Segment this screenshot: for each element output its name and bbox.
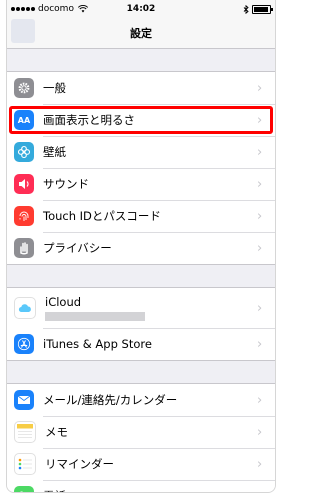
display-brightness-icon: AA	[14, 110, 34, 130]
chevron-right-icon: ›	[257, 424, 263, 440]
settings-row-touch-id[interactable]: Touch IDとパスコード ›	[7, 200, 275, 232]
chevron-right-icon: ›	[257, 208, 263, 224]
chevron-right-icon: ›	[257, 456, 263, 472]
chevron-right-icon: ›	[257, 80, 263, 96]
settings-row-display-brightness[interactable]: AA 画面表示と明るさ ›	[7, 104, 275, 136]
settings-row-label: サウンド	[43, 177, 89, 191]
settings-row-label: メール/連絡先/カレンダー	[43, 393, 178, 407]
page-title: 設定	[130, 27, 152, 40]
chevron-right-icon: ›	[257, 489, 269, 493]
chevron-right-icon: ›	[257, 112, 263, 128]
settings-row-privacy[interactable]: プライバシー ›	[7, 232, 275, 264]
mail-icon	[14, 390, 34, 410]
chevron-right-icon: ›	[257, 240, 263, 256]
app-store-icon	[14, 334, 34, 354]
settings-row-sounds[interactable]: サウンド ›	[7, 168, 275, 200]
back-area[interactable]	[11, 19, 35, 43]
settings-row-mail[interactable]: メール/連絡先/カレンダー ›	[7, 384, 275, 416]
settings-row-label: iCloud	[45, 295, 82, 309]
reminders-icon	[14, 453, 36, 475]
status-bar: docomo 14:02	[7, 0, 275, 18]
redacted-account	[45, 312, 145, 321]
phone-screen: docomo 14:02 設定 一般 › AA 画面表示と明るさ › 壁紙 › …	[6, 0, 276, 493]
settings-row-label: iTunes & App Store	[43, 337, 152, 351]
settings-row-label: 電話	[43, 488, 257, 492]
settings-group-apps: メール/連絡先/カレンダー › メモ › リマインダー › 電話 ›	[7, 383, 275, 493]
chevron-right-icon: ›	[257, 300, 263, 316]
settings-group-accounts: iCloud › iTunes & App Store ›	[7, 287, 275, 361]
settings-row-label: プライバシー	[43, 241, 112, 255]
status-time: 14:02	[126, 4, 156, 14]
settings-row-label: リマインダー	[45, 457, 114, 471]
fingerprint-icon	[14, 206, 34, 226]
wallpaper-flower-icon	[14, 142, 34, 162]
settings-row-icloud[interactable]: iCloud ›	[7, 288, 275, 328]
hand-icon	[14, 238, 34, 258]
notes-icon	[14, 421, 36, 443]
speaker-icon	[14, 174, 34, 194]
settings-row-notes[interactable]: メモ ›	[7, 416, 275, 448]
settings-row-label: Touch IDとパスコード	[43, 209, 161, 223]
chevron-right-icon: ›	[257, 176, 263, 192]
chevron-right-icon: ›	[257, 392, 263, 408]
settings-row-general[interactable]: 一般 ›	[7, 72, 275, 104]
settings-row-label: 一般	[43, 81, 66, 95]
settings-row-phone[interactable]: 電話 ›	[7, 480, 275, 493]
battery-icon	[252, 4, 273, 14]
settings-row-itunes-app-store[interactable]: iTunes & App Store ›	[7, 328, 275, 360]
settings-row-label: 画面表示と明るさ	[43, 113, 135, 127]
settings-group-general: 一般 › AA 画面表示と明るさ › 壁紙 › サウンド › Touch IDと…	[7, 71, 275, 265]
settings-row-wallpaper[interactable]: 壁紙 ›	[7, 136, 275, 168]
settings-row-label: 壁紙	[43, 145, 66, 159]
navigation-bar: 設定	[7, 18, 275, 49]
gear-icon	[14, 78, 34, 98]
chevron-right-icon: ›	[257, 336, 263, 352]
settings-row-label: メモ	[45, 425, 68, 439]
chevron-right-icon: ›	[257, 144, 263, 160]
settings-row-reminders[interactable]: リマインダー ›	[7, 448, 275, 480]
phone-icon	[14, 486, 34, 492]
icloud-icon	[14, 297, 36, 319]
